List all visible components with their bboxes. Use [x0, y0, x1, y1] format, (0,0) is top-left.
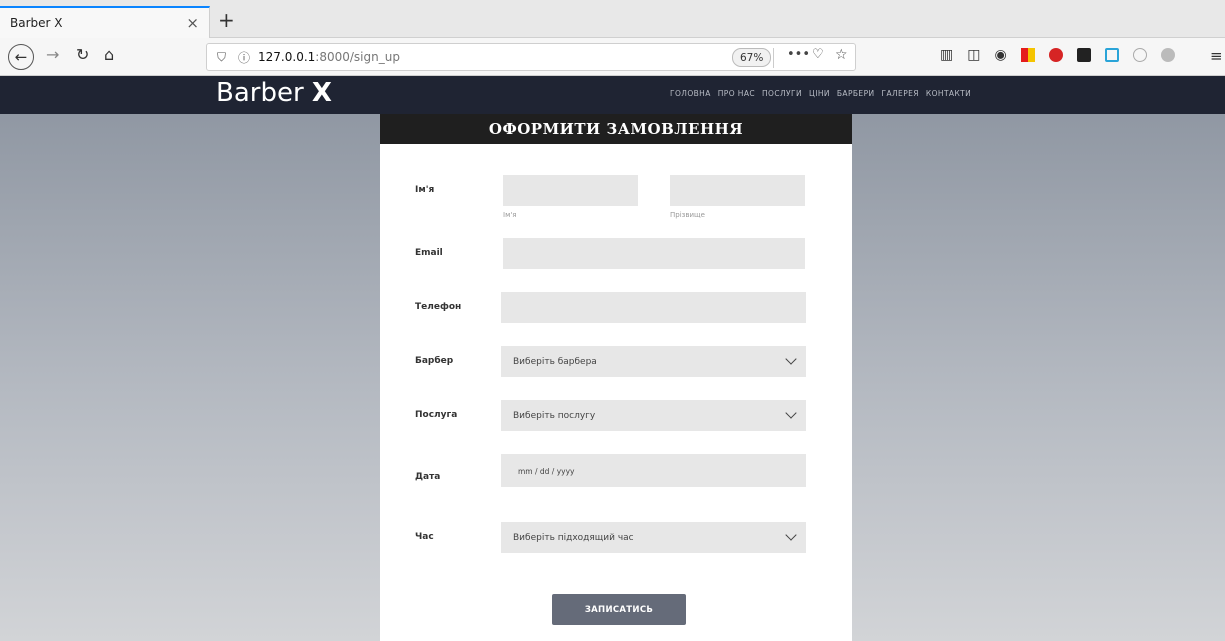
- tab-close-icon[interactable]: ×: [186, 14, 199, 32]
- page-viewport: Barber X ГОЛОВНА ПРО НАС ПОСЛУГИ ЦІНИ БА…: [0, 76, 1225, 641]
- sidebar-icon[interactable]: ◫: [967, 47, 980, 63]
- nav-link-home[interactable]: ГОЛОВНА: [670, 89, 711, 98]
- form-title: ОФОРМИТИ ЗАМОВЛЕННЯ: [488, 120, 744, 138]
- time-select[interactable]: Виберіть підходящий час: [501, 522, 806, 553]
- nav-link-barbers[interactable]: БАРБЕРИ: [837, 89, 875, 98]
- phone-input[interactable]: [501, 292, 806, 323]
- service-select-value: Виберіть послугу: [513, 410, 596, 421]
- service-select[interactable]: Виберіть послугу: [501, 400, 806, 431]
- url-separator: [773, 48, 774, 68]
- library-icon[interactable]: ▥: [940, 47, 953, 63]
- url-text[interactable]: 127.0.0.1:8000/sign_up: [258, 50, 400, 64]
- barber-select-value: Виберіть барбера: [513, 356, 597, 367]
- phone-label: Телефон: [415, 302, 462, 312]
- date-input[interactable]: mm / dd / yyyy: [501, 454, 806, 487]
- browser-navbar: ← → ↻ ⌂ ⛉ ⓘ 127.0.0.1:8000/sign_up 67% •…: [0, 38, 1225, 76]
- browser-tabbar: Barber X × +: [0, 0, 1225, 38]
- tab-title: Barber X: [10, 16, 63, 30]
- first-name-hint: Ім'я: [503, 211, 517, 219]
- logo-mark: X: [311, 78, 332, 108]
- pocket-icon[interactable]: ♡: [812, 47, 824, 62]
- bookmark-star-icon[interactable]: ☆: [835, 47, 848, 63]
- adblock-icon[interactable]: [1048, 48, 1063, 62]
- nav-link-services[interactable]: ПОСЛУГИ: [762, 89, 802, 98]
- disk-icon[interactable]: [1104, 48, 1119, 62]
- nav-link-gallery[interactable]: ГАЛЕРЕЯ: [882, 89, 919, 98]
- barber-select[interactable]: Виберіть барбера: [501, 346, 806, 377]
- page-actions-icon[interactable]: •••: [787, 47, 810, 62]
- name-label: Ім'я: [415, 185, 435, 195]
- nav-link-about[interactable]: ПРО НАС: [718, 89, 755, 98]
- chevron-down-icon: [785, 353, 797, 365]
- site-nav: ГОЛОВНА ПРО НАС ПОСЛУГИ ЦІНИ БАРБЕРИ ГАЛ…: [670, 89, 971, 98]
- browser-tab[interactable]: Barber X ×: [0, 6, 210, 38]
- barber-label: Барбер: [415, 356, 454, 366]
- extension-circle-icon[interactable]: [1160, 48, 1175, 62]
- site-logo[interactable]: Barber X: [216, 78, 332, 108]
- url-host: 127.0.0.1: [258, 50, 316, 64]
- signup-form-card: ОФОРМИТИ ЗАМОВЛЕННЯ Ім'я Ім'я Прізвище E…: [380, 114, 852, 641]
- date-label: Дата: [415, 472, 441, 482]
- submit-button[interactable]: ЗАПИСАТИСЬ: [552, 594, 686, 625]
- first-name-input[interactable]: [503, 175, 638, 206]
- site-info-icon[interactable]: ⓘ: [238, 49, 250, 66]
- date-placeholder: mm / dd / yyyy: [518, 467, 575, 476]
- account-icon[interactable]: ◉: [994, 47, 1006, 63]
- back-arrow-icon[interactable]: ←: [8, 44, 34, 70]
- nav-link-contacts[interactable]: КОНТАКТИ: [926, 89, 971, 98]
- logo-text: Barber: [216, 78, 304, 108]
- chevron-down-icon: [785, 529, 797, 541]
- time-label: Час: [415, 532, 434, 542]
- zoom-indicator[interactable]: 67%: [732, 48, 772, 67]
- site-header: Barber X ГОЛОВНА ПРО НАС ПОСЛУГИ ЦІНИ БА…: [0, 76, 1225, 114]
- save-icon[interactable]: [1076, 48, 1091, 62]
- email-input[interactable]: [503, 238, 805, 269]
- url-path: :8000/sign_up: [315, 50, 400, 64]
- email-label: Email: [415, 248, 443, 258]
- toolbar-icons: ▥ ◫ ◉: [940, 47, 1175, 63]
- last-name-input[interactable]: [670, 175, 805, 206]
- tracking-shield-icon[interactable]: ⛉: [217, 50, 226, 65]
- time-select-value: Виберіть підходящий час: [513, 532, 634, 543]
- hamburger-menu-icon[interactable]: ≡: [1210, 47, 1223, 65]
- nav-link-prices[interactable]: ЦІНИ: [809, 89, 830, 98]
- globe-icon[interactable]: [1132, 48, 1147, 62]
- chevron-down-icon: [785, 407, 797, 419]
- last-name-hint: Прізвище: [670, 211, 705, 219]
- new-tab-button[interactable]: +: [218, 8, 235, 32]
- url-bar[interactable]: ⛉ ⓘ 127.0.0.1:8000/sign_up 67% ••• ♡ ☆: [206, 43, 856, 71]
- service-label: Послуга: [415, 410, 458, 420]
- home-icon[interactable]: ⌂: [104, 45, 114, 64]
- form-header: ОФОРМИТИ ЗАМОВЛЕННЯ: [380, 114, 852, 144]
- extension-flag-icon[interactable]: [1020, 48, 1035, 62]
- reload-icon[interactable]: ↻: [76, 45, 89, 64]
- forward-arrow-icon[interactable]: →: [46, 45, 59, 64]
